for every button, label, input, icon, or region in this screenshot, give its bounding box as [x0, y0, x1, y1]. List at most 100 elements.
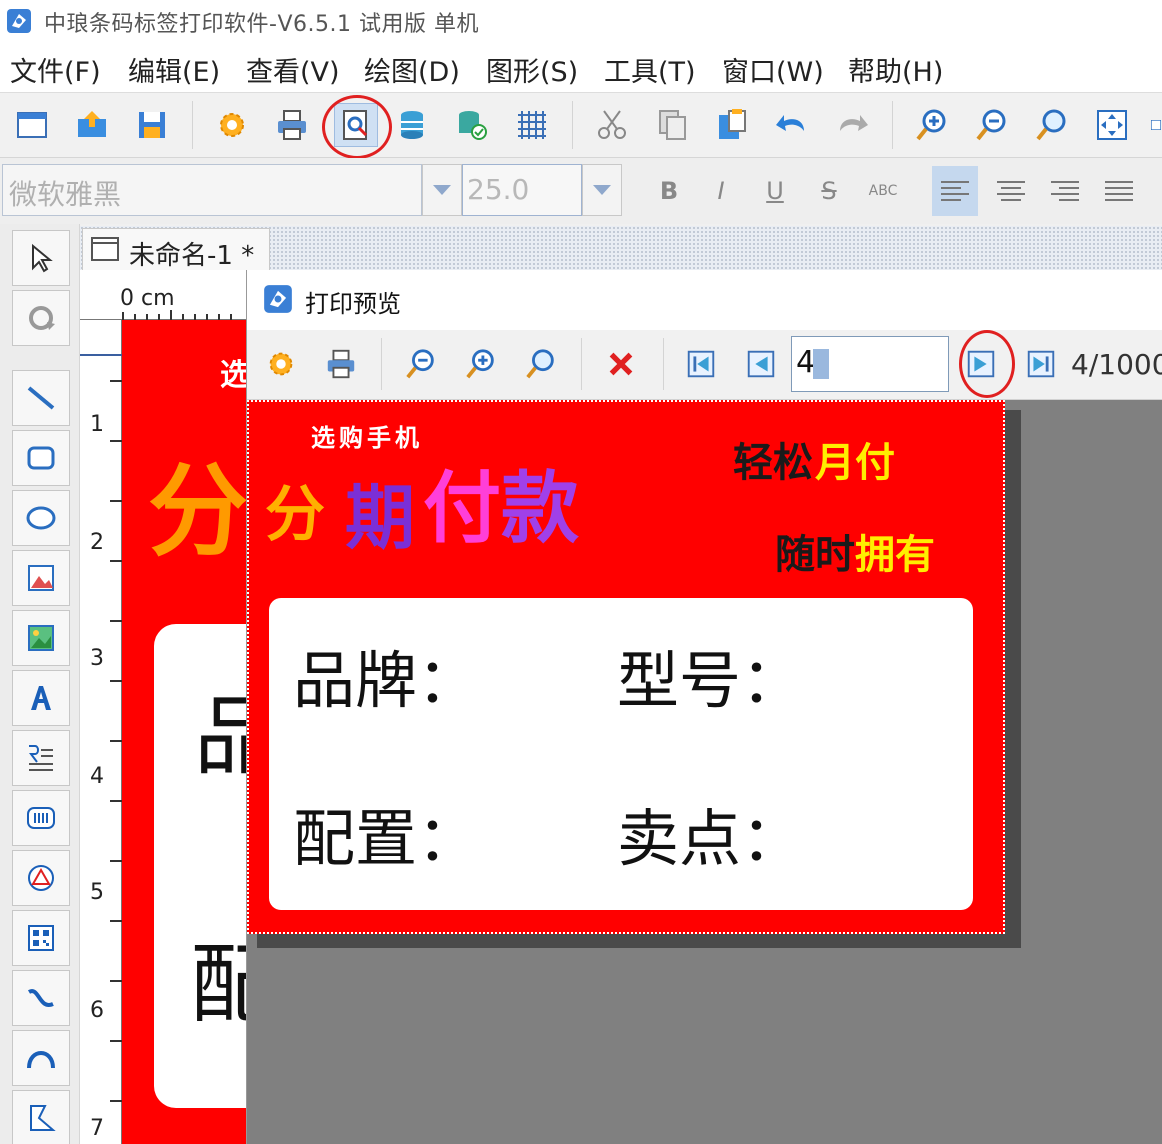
database-settings-button[interactable]	[450, 103, 494, 147]
menu-tools[interactable]: 工具(T)	[604, 50, 696, 89]
font-family-select[interactable]: 微软雅黑	[2, 164, 422, 216]
barcode-tool-button[interactable]	[12, 790, 70, 846]
label-config-field: 配置：	[293, 802, 480, 875]
last-page-button[interactable]	[1019, 342, 1063, 386]
barcode-icon	[27, 807, 55, 829]
design-label-info-box[interactable]: 品 配	[154, 624, 246, 1108]
grid-button[interactable]	[510, 103, 554, 147]
redo-button[interactable]	[830, 103, 874, 147]
menu-view[interactable]: 查看(V)	[246, 50, 340, 89]
design-label-config-text[interactable]: 配	[190, 914, 246, 1039]
char-spacing-button[interactable]: ABC	[860, 166, 906, 216]
cut-button[interactable]	[590, 103, 634, 147]
preview-zoom-actual-button[interactable]	[519, 342, 563, 386]
save-icon	[139, 112, 165, 138]
undo-button[interactable]	[770, 103, 814, 147]
curve-icon	[27, 989, 54, 1007]
rich-text-icon	[29, 745, 53, 771]
more-icon	[1151, 120, 1161, 130]
menu-window[interactable]: 窗口(W)	[722, 50, 824, 89]
preview-close-button[interactable]	[599, 342, 643, 386]
menu-help[interactable]: 帮助(H)	[848, 50, 943, 89]
page-number-input[interactable]: 4	[791, 336, 949, 392]
rotate-tool-button[interactable]	[12, 290, 70, 346]
design-label[interactable]: 选 分 品 配	[122, 320, 246, 1144]
print-button[interactable]	[270, 103, 314, 147]
picture-tool-button[interactable]	[12, 610, 70, 666]
toolbar-separator	[663, 338, 664, 390]
page-count-label: 4/1000	[1071, 348, 1162, 381]
first-page-button[interactable]	[679, 342, 723, 386]
polygon-tool-button[interactable]	[12, 1090, 70, 1144]
vertical-ruler: 1 2 3 4 5 6 7	[80, 320, 122, 1144]
label-headline-text: 选购手机	[311, 424, 423, 452]
redo-icon	[840, 115, 868, 131]
database-button[interactable]	[390, 103, 434, 147]
ellipse-tool-button[interactable]	[12, 490, 70, 546]
menu-shape[interactable]: 图形(S)	[486, 50, 578, 89]
ruler-tick	[122, 312, 124, 320]
shape-tool-button[interactable]	[12, 850, 70, 906]
preview-print-button[interactable]	[319, 342, 363, 386]
zoom-out-button[interactable]	[970, 103, 1014, 147]
zoom-in-button[interactable]	[910, 103, 954, 147]
new-button[interactable]	[10, 103, 54, 147]
triangle-circle-icon	[28, 865, 54, 891]
select-tool-button[interactable]	[12, 230, 70, 286]
design-label-big-text[interactable]: 分	[148, 430, 246, 575]
italic-button[interactable]: I	[698, 166, 744, 216]
paste-button[interactable]	[710, 103, 754, 147]
image-tool-button[interactable]	[12, 550, 70, 606]
settings-button[interactable]	[210, 103, 254, 147]
first-page-icon	[687, 350, 715, 378]
label-fukuan-text: 付款	[423, 446, 579, 558]
line-tool-button[interactable]	[12, 370, 70, 426]
align-left-button[interactable]	[932, 166, 978, 216]
align-justify-button[interactable]	[1096, 166, 1142, 216]
menu-edit[interactable]: 编辑(E)	[128, 50, 220, 89]
strikethrough-button[interactable]: S	[806, 166, 852, 216]
fit-page-icon	[1097, 110, 1127, 140]
underline-button[interactable]: U	[752, 166, 798, 216]
preview-settings-button[interactable]	[259, 342, 303, 386]
design-label-brand-text[interactable]: 品	[194, 666, 246, 791]
paste-icon	[719, 109, 746, 139]
qrcode-icon	[28, 925, 54, 951]
design-label-top-text[interactable]: 选	[220, 350, 246, 394]
arc-tool-button[interactable]	[12, 1030, 70, 1086]
more-button[interactable]	[1150, 103, 1162, 147]
align-right-button[interactable]	[1042, 166, 1088, 216]
zoom-actual-button[interactable]	[1030, 103, 1074, 147]
chevron-down-icon	[593, 185, 611, 195]
menu-draw[interactable]: 绘图(D)	[364, 50, 460, 89]
font-family-dropdown-button[interactable]	[422, 164, 462, 216]
open-button[interactable]	[70, 103, 114, 147]
qrcode-tool-button[interactable]	[12, 910, 70, 966]
ruler-tick	[110, 500, 122, 502]
menu-file[interactable]: 文件(F)	[10, 50, 101, 89]
previous-page-button[interactable]	[739, 342, 783, 386]
copy-button[interactable]	[650, 103, 694, 147]
preview-zoom-in-button[interactable]	[459, 342, 503, 386]
text-caret	[813, 348, 830, 379]
database-icon	[401, 111, 423, 139]
previous-page-icon	[747, 350, 775, 378]
main-toolbar	[0, 92, 1162, 159]
document-tab[interactable]: 未命名-1 *	[82, 228, 270, 271]
preview-zoom-out-button[interactable]	[399, 342, 443, 386]
curve-tool-button[interactable]	[12, 970, 70, 1026]
font-size-select[interactable]: 25.0	[462, 164, 582, 216]
rich-text-tool-button[interactable]	[12, 730, 70, 786]
rounded-rect-tool-button[interactable]	[12, 430, 70, 486]
ruler-tick	[110, 860, 122, 862]
bold-button[interactable]: B	[646, 166, 692, 216]
align-center-button[interactable]	[988, 166, 1034, 216]
label-fen-text: 分	[265, 480, 325, 550]
fit-page-button[interactable]	[1090, 103, 1134, 147]
save-button[interactable]	[130, 103, 174, 147]
zoom-out-icon	[976, 109, 1006, 141]
text-tool-button[interactable]	[12, 670, 70, 726]
grid-icon	[518, 111, 546, 139]
font-size-dropdown-button[interactable]	[582, 164, 622, 216]
highlight-ring	[322, 95, 392, 159]
